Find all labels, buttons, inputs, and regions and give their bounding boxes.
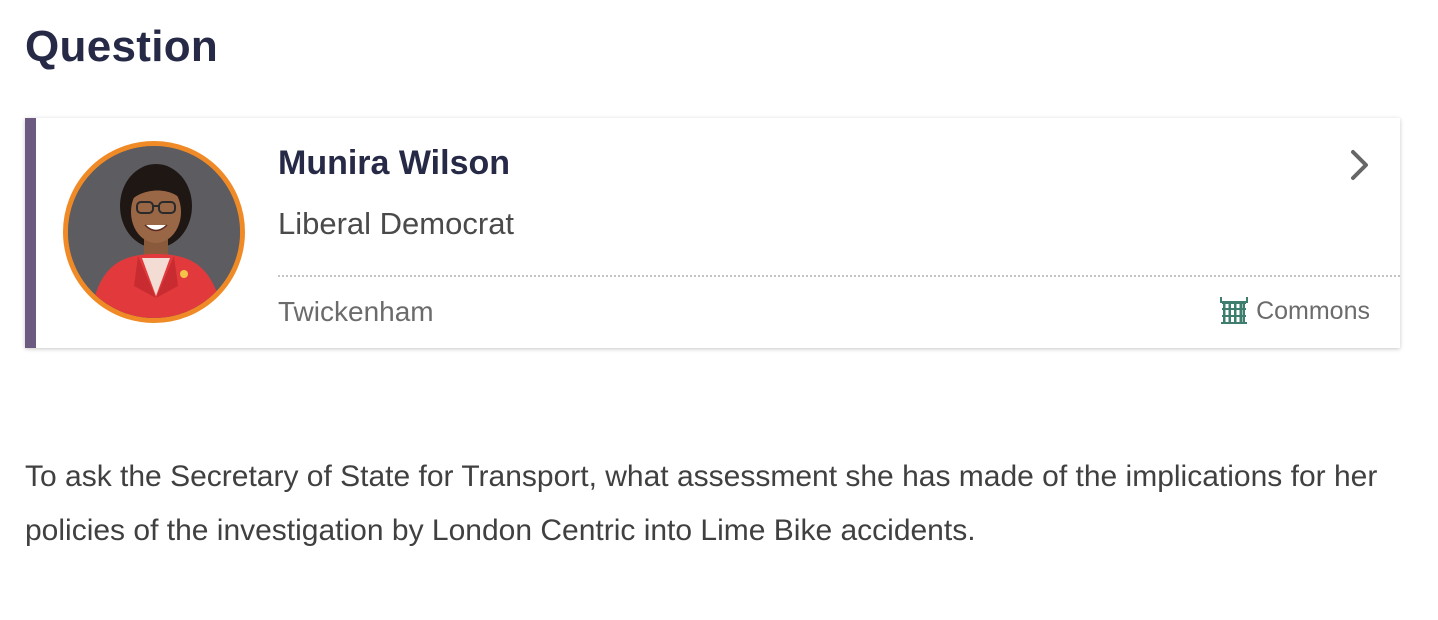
house-label: Commons <box>1256 296 1370 325</box>
member-avatar <box>63 141 245 323</box>
card-divider <box>278 275 1400 277</box>
member-photo <box>68 146 240 318</box>
question-page: Question Munira Wilson Liberal Democrat … <box>0 0 1438 620</box>
member-party: Liberal Democrat <box>278 206 515 241</box>
portcullis-icon <box>1220 297 1249 324</box>
member-name: Munira Wilson <box>278 144 511 182</box>
member-constituency: Twickenham <box>278 296 434 327</box>
question-text: To ask the Secretary of State for Transp… <box>25 460 1378 547</box>
house-indicator: Commons <box>1220 296 1370 326</box>
chevron-right-icon[interactable] <box>1348 148 1372 182</box>
member-card[interactable]: Munira Wilson Liberal Democrat Twickenha… <box>25 118 1400 348</box>
section-heading: Question <box>25 22 219 71</box>
